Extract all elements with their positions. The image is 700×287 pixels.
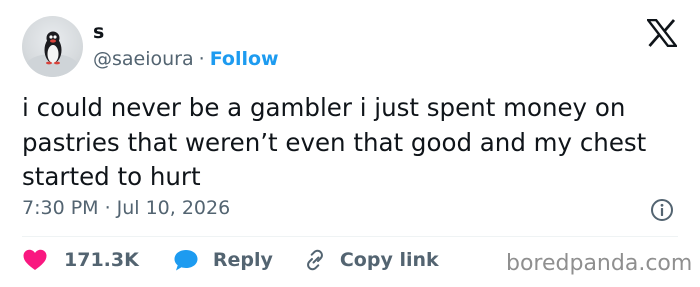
author-handle-row: @saeioura · Follow (93, 47, 279, 71)
author-handle[interactable]: @saeioura (93, 48, 194, 70)
penguin-avatar-icon (26, 31, 78, 77)
follow-button[interactable]: Follow (210, 48, 279, 70)
meta-separator: · (104, 197, 111, 219)
x-logo-icon[interactable] (647, 19, 677, 47)
tweet-timestamp[interactable]: 7:30 PM · Jul 10, 2026 (22, 196, 230, 220)
copy-link-label: Copy link (339, 249, 439, 271)
author-name[interactable]: s (93, 20, 104, 44)
like-count: 171.3K (64, 249, 139, 271)
tweet-time: 7:30 PM (22, 197, 99, 219)
tweet-date: Jul 10, 2026 (116, 197, 231, 219)
reply-button[interactable]: Reply (173, 248, 273, 272)
tweet-card: s @saeioura · Follow i could never be a ga… (0, 0, 700, 287)
watermark: boredpanda.com (506, 251, 693, 276)
speech-bubble-icon (174, 250, 198, 271)
avatar[interactable] (22, 16, 83, 77)
handle-separator: · (198, 48, 205, 70)
info-icon[interactable] (650, 198, 674, 222)
link-icon (306, 249, 323, 271)
heart-icon (23, 249, 47, 270)
divider (22, 236, 678, 237)
like-button[interactable]: 171.3K (22, 248, 139, 272)
copy-link-button[interactable]: Copy link (302, 248, 439, 272)
reply-label: Reply (212, 249, 273, 271)
action-bar: 171.3K Reply Copy link (22, 247, 439, 273)
tweet-text: i could never be a gambler i just spent … (22, 93, 647, 191)
